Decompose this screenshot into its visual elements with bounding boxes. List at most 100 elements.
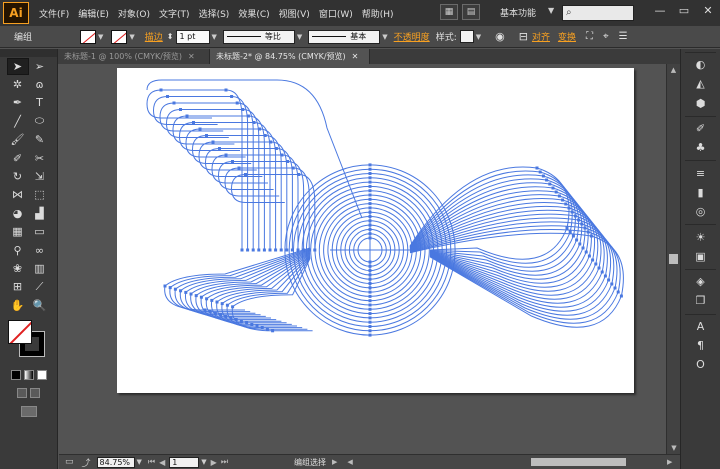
status-arrow-icon[interactable]: ▶ xyxy=(332,458,337,466)
scroll-up-icon[interactable]: ▲ xyxy=(667,64,680,76)
color-mode-button[interactable] xyxy=(10,370,21,381)
scale-tool-icon[interactable]: ⇲ xyxy=(29,168,51,185)
menu-file[interactable]: 文件(F) xyxy=(39,7,69,20)
next-artboard-icon[interactable]: ▶ xyxy=(211,458,217,467)
gradient-mode-button[interactable] xyxy=(23,370,34,381)
opacity-link[interactable]: 不透明度 xyxy=(394,30,430,43)
none-mode-button[interactable] xyxy=(36,370,47,381)
menu-edit[interactable]: 编辑(E) xyxy=(78,7,109,20)
color-guide-icon[interactable]: ◭ xyxy=(681,74,720,93)
canvas-area[interactable] xyxy=(59,64,665,454)
paragraph-icon[interactable]: ¶ xyxy=(681,336,720,355)
layers-icon[interactable]: ◈ xyxy=(681,272,720,291)
blend-artwork[interactable] xyxy=(117,68,634,393)
gradient-tool-icon[interactable]: ▭ xyxy=(29,223,51,240)
character-icon[interactable]: A xyxy=(681,317,720,336)
eyedropper-tool-icon[interactable]: ⚲ xyxy=(7,242,29,259)
opentype-icon[interactable]: O xyxy=(681,355,720,374)
chevron-down-icon[interactable]: ▼ xyxy=(129,33,134,41)
stroke-swatch[interactable] xyxy=(111,29,128,44)
stroke-panel-link[interactable]: 描边 xyxy=(145,30,163,43)
close-button[interactable]: ✕ xyxy=(696,0,720,20)
status-menu-icon[interactable]: ▭ xyxy=(65,457,74,467)
line-segment-tool-icon[interactable]: ╱ xyxy=(7,113,29,130)
scroll-right-icon[interactable]: ▶ xyxy=(667,458,672,466)
tab-untitled-2[interactable]: 未标题-2* @ 84.75% (CMYK/预览) ✕ xyxy=(210,49,370,64)
swatches-icon[interactable]: ⬢ xyxy=(681,94,720,113)
artboard-tool-icon[interactable]: ⊞ xyxy=(7,278,29,295)
gradient-icon[interactable]: ▮ xyxy=(681,183,720,202)
artboard-number-field[interactable]: 1 xyxy=(169,456,200,468)
free-transform-tool-icon[interactable]: ⬚ xyxy=(29,186,51,203)
pen-tool-icon[interactable]: ✒ xyxy=(7,94,29,111)
scroll-down-icon[interactable]: ▼ xyxy=(667,442,681,454)
graphic-styles-icon[interactable]: ▣ xyxy=(681,247,720,266)
tab-untitled-1[interactable]: 未标题-1 @ 100% (CMYK/预览) ✕ xyxy=(58,49,210,64)
chevron-down-icon[interactable]: ▼ xyxy=(98,33,103,41)
recolor-artwork-icon[interactable]: ◉ xyxy=(495,30,505,43)
horizontal-scroll-thumb[interactable] xyxy=(531,458,626,466)
chevron-down-icon[interactable]: ▼ xyxy=(476,33,481,41)
zoom-field[interactable]: 84.75% xyxy=(96,456,135,468)
stepper-icon[interactable]: ⬍ xyxy=(167,32,174,41)
close-icon[interactable]: ✕ xyxy=(188,52,195,61)
zoom-tool-icon[interactable]: 🔍 xyxy=(29,297,51,314)
chevron-down-icon[interactable]: ▼ xyxy=(201,458,206,466)
color-icon[interactable]: ◐ xyxy=(681,55,720,74)
align-icon[interactable]: ⊟ xyxy=(519,30,528,43)
paintbrush-tool-icon[interactable]: 🖌 xyxy=(7,131,29,148)
fill-color-box[interactable] xyxy=(8,320,32,345)
shape-builder-tool-icon[interactable]: ◕ xyxy=(7,205,29,222)
magic-wand-tool-icon[interactable]: ✲ xyxy=(7,76,29,93)
width-tool-icon[interactable]: ⋈ xyxy=(7,186,29,203)
vertical-scrollbar[interactable]: ▲ ▼ xyxy=(666,64,680,454)
screen-mode-icon[interactable] xyxy=(20,406,37,418)
slice-tool-icon[interactable]: ⟋ xyxy=(29,278,51,295)
symbol-sprayer-tool-icon[interactable]: ❀ xyxy=(7,260,29,277)
symbols-icon[interactable]: ♣ xyxy=(681,138,720,157)
chevron-down-icon[interactable]: ▼ xyxy=(548,6,554,15)
align-link[interactable]: 对齐 xyxy=(532,30,550,43)
share-icon[interactable]: ⤴ xyxy=(82,456,91,469)
lasso-tool-icon[interactable]: ɷ xyxy=(29,76,51,93)
maximize-button[interactable]: ▭ xyxy=(672,0,696,20)
menu-effect[interactable]: 效果(C) xyxy=(238,7,269,20)
isolate-group-icon[interactable]: ⛶ xyxy=(586,31,593,42)
menu-select[interactable]: 选择(S) xyxy=(199,7,230,20)
graphic-style-swatch[interactable] xyxy=(459,30,474,43)
last-artboard-icon[interactable]: ⏭ xyxy=(221,457,228,467)
chevron-down-icon[interactable]: ▼ xyxy=(297,33,302,41)
pencil-tool-icon[interactable]: ✎ xyxy=(29,131,51,148)
artboards-icon[interactable]: ❐ xyxy=(681,291,720,310)
selection-tool-icon[interactable]: ➤ xyxy=(6,57,29,75)
mesh-tool-icon[interactable]: ▦ xyxy=(7,223,29,240)
menu-help[interactable]: 帮助(H) xyxy=(362,7,394,20)
menu-type[interactable]: 文字(T) xyxy=(159,7,190,20)
scissors-tool-icon[interactable]: ✂ xyxy=(29,150,51,167)
brush-definition[interactable]: 基本 xyxy=(308,29,381,44)
brushes-icon[interactable]: ✐ xyxy=(681,119,720,138)
chevron-down-icon[interactable]: ▼ xyxy=(212,33,217,41)
appearance-icon[interactable]: ☀ xyxy=(681,227,720,246)
vertical-scroll-thumb[interactable] xyxy=(669,254,678,264)
workspace-switcher[interactable]: 基本功能 xyxy=(500,6,536,19)
column-graph-tool-icon[interactable]: ▥ xyxy=(29,260,51,277)
transform-link[interactable]: 变换 xyxy=(558,30,576,43)
ellipse-tool-icon[interactable]: ⬭ xyxy=(29,113,51,130)
draw-normal-icon[interactable] xyxy=(17,388,27,399)
panel-grip[interactable] xyxy=(0,49,57,57)
arrange-documents-icon[interactable]: ▤ xyxy=(462,4,480,20)
artboard[interactable] xyxy=(117,68,634,393)
menu-window[interactable]: 窗口(W) xyxy=(319,7,353,20)
type-tool-icon[interactable]: T xyxy=(29,94,51,111)
rotate-tool-icon[interactable]: ↻ xyxy=(7,168,29,185)
blend-tool-icon[interactable]: ∞ xyxy=(29,242,51,259)
blob-brush-tool-icon[interactable]: ✐ xyxy=(7,150,29,167)
help-search-input[interactable]: ⌕ xyxy=(562,5,634,21)
stroke-weight-field[interactable]: 1 pt xyxy=(175,29,210,44)
variable-width-profile[interactable]: 等比 xyxy=(222,29,295,44)
close-icon[interactable]: ✕ xyxy=(352,52,359,61)
stroke-icon[interactable]: ≡ xyxy=(681,163,720,182)
minimize-button[interactable]: — xyxy=(648,0,672,20)
fill-swatch[interactable] xyxy=(80,29,96,44)
